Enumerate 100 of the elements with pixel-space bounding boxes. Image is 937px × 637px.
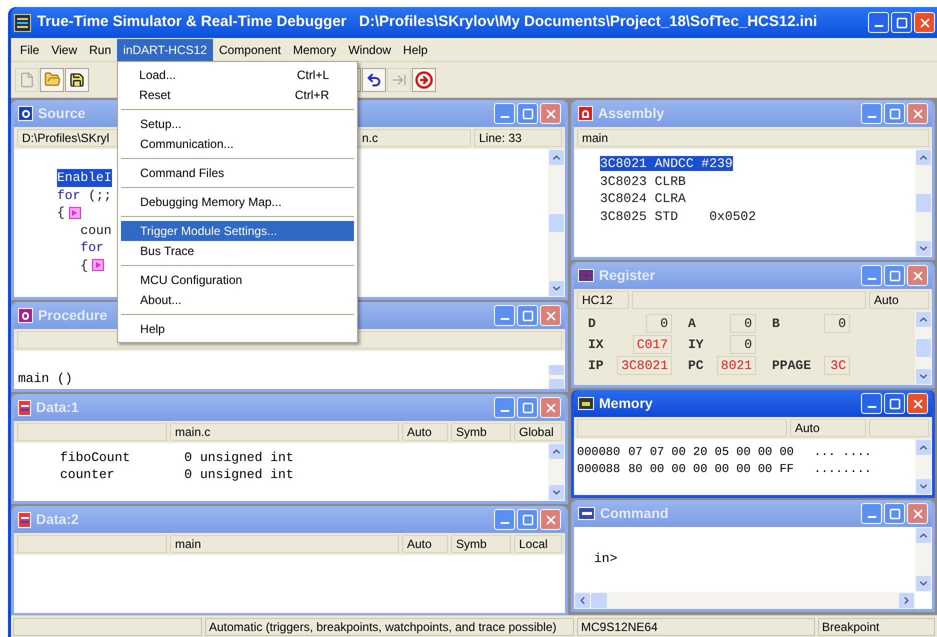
close-icon — [544, 106, 558, 120]
close-button[interactable] — [540, 305, 561, 326]
minimize-button[interactable] — [494, 509, 515, 530]
memory-bytes: 80 00 00 00 00 00 00 FF — [628, 461, 794, 478]
close-icon — [910, 396, 924, 410]
variable-type: unsigned int — [200, 466, 294, 483]
halt-icon — [415, 70, 433, 88]
maximize-button[interactable] — [884, 393, 905, 414]
scrollbar[interactable] — [915, 149, 932, 257]
scroll-down-button[interactable] — [916, 576, 931, 591]
maximize-button[interactable] — [517, 509, 538, 530]
scroll-thumb[interactable] — [549, 214, 564, 232]
arrow-to-line-icon — [391, 72, 407, 88]
maximize-icon — [888, 398, 900, 410]
scroll-up-button[interactable] — [916, 150, 931, 165]
header-field: Auto — [402, 535, 448, 553]
assembly-line[interactable]: 3C8024 CLRA — [600, 191, 686, 206]
minimize-button[interactable] — [494, 103, 515, 124]
dropdown-item[interactable]: Setup... — [121, 114, 354, 134]
dropdown-item[interactable]: MCU Configuration — [121, 270, 354, 290]
close-button[interactable] — [540, 509, 561, 530]
close-button[interactable] — [540, 397, 561, 418]
scroll-thumb[interactable] — [916, 339, 931, 357]
menu-item[interactable]: Memory — [287, 38, 342, 60]
horizontal-scrollbar[interactable] — [574, 592, 915, 609]
minimize-button[interactable] — [494, 305, 515, 326]
close-button[interactable] — [907, 393, 928, 414]
register-value[interactable]: 0 — [730, 335, 756, 354]
dropdown-item[interactable]: About... — [121, 290, 354, 310]
register-value[interactable]: 0 — [730, 314, 756, 333]
code-text: { — [79, 256, 88, 274]
maximize-button[interactable] — [891, 12, 912, 33]
dropdown-item[interactable]: Help — [121, 318, 354, 338]
scroll-up-button[interactable] — [916, 440, 931, 455]
toolbar-button[interactable] — [362, 68, 386, 92]
dropdown-item[interactable]: Command Files — [121, 162, 354, 182]
scroll-left-button[interactable] — [575, 593, 590, 608]
close-button[interactable] — [540, 103, 561, 124]
menu-item[interactable]: Component — [212, 38, 288, 60]
scroll-up-button[interactable] — [549, 444, 564, 459]
dropdown-item[interactable]: Debugging Memory Map... — [121, 192, 354, 212]
menu-item[interactable]: Run — [83, 38, 118, 60]
scroll-down-button[interactable] — [916, 241, 931, 256]
close-icon — [544, 308, 558, 322]
scroll-up-button[interactable] — [916, 528, 931, 543]
scrollbar[interactable] — [548, 149, 565, 297]
maximize-icon — [522, 108, 534, 120]
dropdown-item[interactable]: Trigger Module Settings... — [121, 220, 354, 240]
maximize-button[interactable] — [517, 103, 538, 124]
minimize-button[interactable] — [861, 265, 882, 286]
scroll-down-button[interactable] — [549, 281, 564, 296]
close-button[interactable] — [907, 265, 928, 286]
dropdown-item[interactable]: Load... Ctrl+L — [120, 64, 356, 84]
register-value[interactable]: 0 — [824, 314, 850, 333]
minimize-button[interactable] — [494, 397, 515, 418]
assembly-line[interactable]: 3C8025 STD 0x0502 — [600, 208, 756, 224]
maximize-button[interactable] — [884, 503, 905, 524]
assembly-line[interactable]: 3C8023 CLRB — [600, 174, 686, 188]
scroll-up-button[interactable] — [916, 312, 931, 327]
minimize-button[interactable] — [861, 503, 882, 524]
minimize-button[interactable] — [861, 393, 882, 414]
maximize-button[interactable] — [884, 265, 905, 286]
scroll-thumb[interactable] — [591, 593, 607, 608]
child-window-title: Procedure — [38, 306, 108, 325]
toolbar-button[interactable] — [65, 68, 89, 92]
scroll-down-button[interactable] — [549, 485, 564, 500]
minimize-button[interactable] — [861, 103, 882, 124]
menu-item[interactable]: View — [45, 38, 84, 60]
scroll-down-button[interactable] — [916, 479, 931, 494]
status-field: Breakpoint — [818, 618, 935, 636]
minimize-button[interactable] — [868, 12, 889, 33]
close-button[interactable] — [907, 503, 928, 524]
scrollbar[interactable] — [915, 527, 932, 592]
menu-item[interactable]: File — [14, 38, 46, 60]
scroll-thumb[interactable] — [916, 194, 931, 212]
status-field: MC9S12NE64 — [577, 618, 815, 636]
register-value[interactable]: 0 — [646, 314, 672, 333]
scrollbar[interactable] — [915, 439, 932, 495]
dropdown-item[interactable]: Bus Trace — [121, 240, 354, 260]
close-button[interactable] — [914, 12, 935, 33]
save-icon — [69, 72, 85, 88]
menu-item[interactable]: Help — [397, 38, 434, 60]
scroll-up-button[interactable] — [549, 150, 564, 165]
menu-item[interactable]: inDART-HCS12 — [117, 38, 213, 60]
maximize-icon — [888, 108, 900, 120]
dropdown-item[interactable]: Communication... — [121, 134, 354, 154]
close-button[interactable] — [907, 103, 928, 124]
scroll-down-button[interactable] — [916, 369, 931, 384]
maximize-icon — [888, 270, 900, 282]
maximize-button[interactable] — [517, 305, 538, 326]
scroll-right-button[interactable] — [899, 593, 914, 608]
header-field: main.c — [170, 423, 399, 441]
maximize-button[interactable] — [884, 103, 905, 124]
scrollbar[interactable] — [548, 443, 565, 501]
dropdown-item[interactable]: Reset Ctrl+R — [120, 84, 356, 104]
scrollbar[interactable] — [915, 311, 932, 385]
header-field: Auto — [869, 291, 929, 309]
close-icon — [910, 106, 924, 120]
maximize-button[interactable] — [517, 397, 538, 418]
menu-item[interactable]: Window — [342, 38, 398, 60]
